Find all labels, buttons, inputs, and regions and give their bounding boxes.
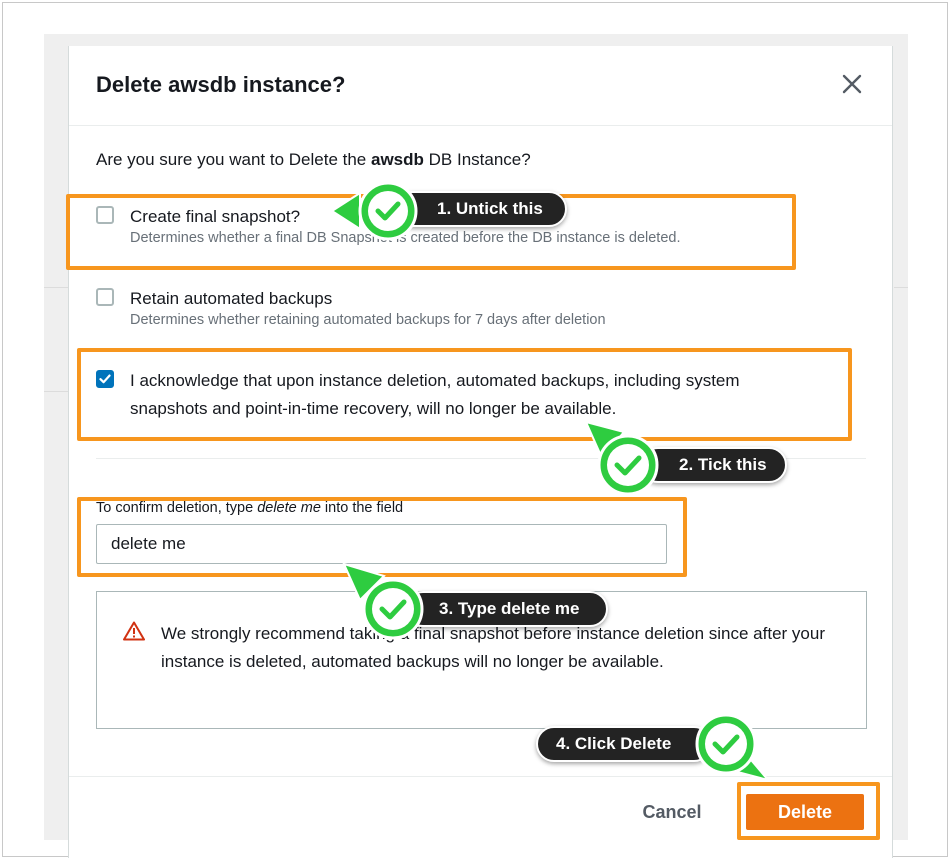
retain-backups-label: Retain automated backups xyxy=(130,289,333,308)
retain-backups-checkbox[interactable] xyxy=(96,288,114,306)
modal-header: Delete awsdb instance? xyxy=(69,46,892,126)
warning-triangle-icon xyxy=(123,621,145,641)
callout-step3: 3. Type delete me xyxy=(405,591,608,627)
warning-text: We strongly recommend taking a final sna… xyxy=(161,624,825,671)
callout-step1-text: 1. Untick this xyxy=(437,199,543,218)
modal-title: Delete awsdb instance? xyxy=(96,72,346,97)
check-badge-icon xyxy=(584,420,659,496)
cancel-button[interactable]: Cancel xyxy=(617,794,727,830)
highlight-step4 xyxy=(737,782,880,840)
callout-step1: 1. Untick this xyxy=(395,191,567,227)
backdrop-line xyxy=(894,287,908,288)
callout-step2-text: 2. Tick this xyxy=(679,455,767,474)
close-button[interactable] xyxy=(841,73,863,95)
close-icon xyxy=(842,74,862,94)
retain-backups-option[interactable]: Retain automated backups Determines whet… xyxy=(96,285,836,335)
callout-step3-text: 3. Type delete me xyxy=(439,599,580,618)
check-badge-icon xyxy=(695,713,771,782)
delete-prompt: Are you sure you want to Delete the awsd… xyxy=(96,150,531,170)
highlight-step2 xyxy=(77,348,852,441)
callout-step4-text: 4. Click Delete xyxy=(556,734,672,753)
retain-backups-description: Determines whether retaining automated b… xyxy=(130,312,606,328)
prompt-text: Are you sure you want to Delete the xyxy=(96,150,371,169)
prompt-text-end: DB Instance? xyxy=(423,150,531,169)
check-badge-icon xyxy=(342,562,424,640)
instance-name: awsdb xyxy=(371,150,424,169)
check-badge-icon xyxy=(330,181,418,241)
callout-step4: 4. Click Delete xyxy=(536,726,712,762)
